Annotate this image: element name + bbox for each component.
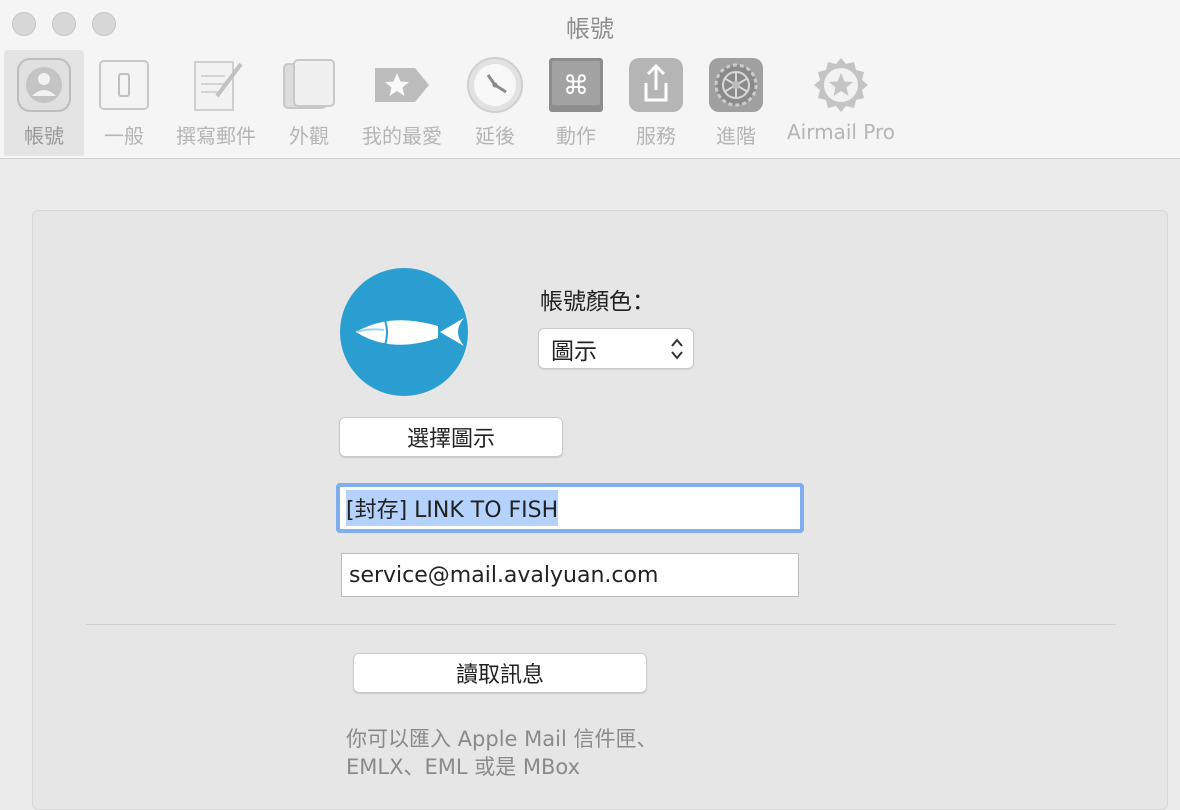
- favorite-tag-icon: [373, 56, 431, 114]
- account-avatar[interactable]: [340, 268, 468, 396]
- toolbar-label: Airmail Pro: [786, 120, 896, 144]
- window-titlebar: 帳號 帳號 一般 撰寫郵件 外觀 我的最愛 延後 ⌘ 動作 服務 進階 Airm…: [0, 0, 1180, 159]
- account-email-value: service@mail.avalyuan.com: [349, 562, 659, 588]
- star-badge-icon: [812, 56, 870, 114]
- toolbar-item-appearance[interactable]: 外觀: [276, 50, 342, 156]
- compose-icon: [187, 56, 245, 114]
- toolbar-item-favorites[interactable]: 我的最愛: [354, 50, 450, 156]
- toolbar-label: 一般: [104, 124, 144, 148]
- toolbar-item-account[interactable]: 帳號: [4, 50, 84, 156]
- import-hint-line1: 你可以匯入 Apple Mail 信件匣、: [346, 727, 658, 751]
- command-icon: ⌘: [547, 56, 605, 114]
- toolbar-label: 服務: [636, 124, 676, 148]
- account-name-input[interactable]: [封存] LINK TO FISH: [336, 483, 804, 533]
- toolbar-item-services[interactable]: 服務: [624, 50, 688, 156]
- account-color-select[interactable]: 圖示: [538, 328, 694, 369]
- toolbar-item-airmail-pro[interactable]: Airmail Pro: [782, 50, 900, 156]
- section-divider: [86, 624, 1116, 625]
- share-icon: [627, 56, 685, 114]
- toolbar-item-general[interactable]: 一般: [92, 50, 156, 156]
- svg-text:⌘: ⌘: [563, 71, 589, 101]
- toolbar-label: 我的最愛: [362, 124, 442, 148]
- account-icon: [15, 56, 73, 114]
- updown-chevron-icon: [671, 338, 683, 360]
- toolbar-item-snooze[interactable]: 延後: [462, 50, 528, 156]
- account-name-value: [封存] LINK TO FISH: [346, 490, 559, 526]
- toolbar-item-compose[interactable]: 撰寫郵件: [168, 50, 264, 156]
- fish-icon: [355, 317, 464, 349]
- toolbar-item-actions[interactable]: ⌘ 動作: [544, 50, 608, 156]
- choose-icon-button[interactable]: 選擇圖示: [339, 417, 563, 457]
- toolbar-item-advanced[interactable]: 進階: [704, 50, 768, 156]
- toolbar-label: 外觀: [289, 124, 329, 148]
- toolbar-label: 帳號: [24, 124, 64, 148]
- gear-icon: [707, 56, 765, 114]
- account-color-value: 圖示: [551, 338, 597, 365]
- appearance-icon: [280, 56, 338, 114]
- account-email-input[interactable]: service@mail.avalyuan.com: [341, 553, 799, 597]
- clock-icon: [466, 56, 524, 114]
- toolbar-label: 撰寫郵件: [176, 124, 256, 148]
- import-hint-line2: EMLX、EML 或是 MBox: [346, 755, 581, 779]
- switch-icon: [95, 56, 153, 114]
- toolbar-label: 動作: [556, 124, 596, 148]
- account-color-label: 帳號顏色：: [540, 289, 655, 315]
- toolbar-label: 進階: [716, 124, 756, 148]
- window-title: 帳號: [566, 15, 614, 43]
- read-messages-button[interactable]: 讀取訊息: [353, 653, 647, 693]
- toolbar-label: 延後: [475, 124, 515, 148]
